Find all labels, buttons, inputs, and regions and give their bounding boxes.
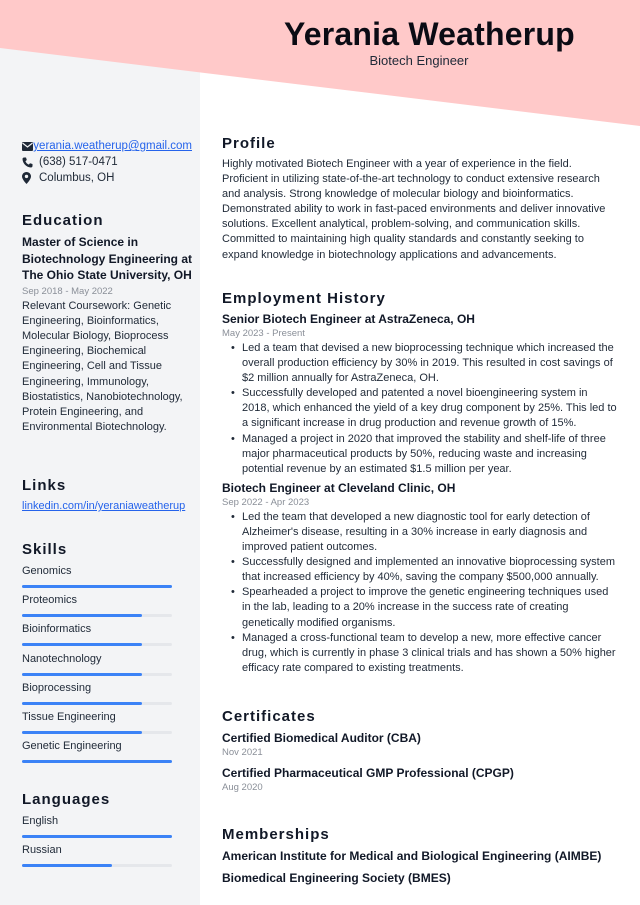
education-dates: Sep 2018 - May 2022 xyxy=(22,285,113,297)
memberships-list: American Institute for Medical and Biolo… xyxy=(222,849,617,885)
contact-phone: (638) 517-0471 xyxy=(22,154,192,170)
language-label: Russian xyxy=(22,844,62,857)
skill-level-track xyxy=(22,701,172,705)
skill-level-fill xyxy=(22,730,142,734)
education-heading: Education xyxy=(22,212,104,229)
certificate-title: Certified Pharmaceutical GMP Professiona… xyxy=(222,766,514,780)
skill-level-track xyxy=(22,730,172,734)
profile-text: Highly motivated Biotech Engineer with a… xyxy=(222,158,606,261)
skill-level-fill xyxy=(22,701,142,705)
language-level-fill xyxy=(22,864,112,868)
job-dates: Sep 2022 - Apr 2023 xyxy=(222,496,310,508)
phone-number: (638) 517-0471 xyxy=(39,156,118,168)
skills-heading: Skills xyxy=(22,541,68,558)
profile-heading: Profile xyxy=(222,135,276,152)
skill-item: Genomics xyxy=(22,565,192,594)
envelope-icon xyxy=(22,141,33,151)
skill-label: Nanotechnology xyxy=(22,652,102,665)
skill-label: Tissue Engineering xyxy=(22,710,116,723)
skill-level-track xyxy=(22,643,172,647)
skill-item: Tissue Engineering xyxy=(22,711,192,740)
skill-level-track xyxy=(22,760,172,764)
skill-item: Bioprocessing xyxy=(22,682,192,711)
certificates-heading: Certificates xyxy=(222,708,316,725)
certificate-title: Certified Biomedical Auditor (CBA) xyxy=(222,731,421,745)
language-label: English xyxy=(22,815,59,827)
job-bullet: Led a team that devised a new bioprocess… xyxy=(231,341,617,386)
candidate-job-title: Biotech Engineer xyxy=(369,53,469,68)
job-title: Biotech Engineer at Cleveland Clinic, OH xyxy=(222,480,456,495)
jobs-list: Senior Biotech Engineer at AstraZeneca, … xyxy=(222,312,617,676)
skill-level-fill xyxy=(22,672,142,676)
employment-section: Employment History Senior Biotech Engine… xyxy=(222,290,617,676)
skill-level-fill xyxy=(22,614,142,618)
certificate-entry: Certified Pharmaceutical GMP Professiona… xyxy=(222,766,617,793)
skill-label: Genomics xyxy=(22,565,72,577)
education-section: Education Master of Science in Biotechno… xyxy=(22,212,192,435)
employment-heading: Employment History xyxy=(222,290,386,307)
links-section: Links linkedin.com/in/yeraniaweatherup xyxy=(22,477,192,512)
certificate-entry: Certified Biomedical Auditor (CBA) Nov 20… xyxy=(222,731,617,758)
profile-section: Profile Highly motivated Biotech Enginee… xyxy=(222,135,617,263)
job-bullet: Successfully developed and patented a no… xyxy=(231,386,617,431)
candidate-name: Yerania Weatherup xyxy=(284,16,575,52)
certificates-section: Certificates Certified Biomedical Audito… xyxy=(222,708,617,793)
job-entry: Biotech Engineer at Cleveland Clinic, OH… xyxy=(222,481,617,676)
job-title: Senior Biotech Engineer at AstraZeneca, … xyxy=(222,312,475,326)
job-bullet: Spearheaded a project to improve the gen… xyxy=(231,585,617,630)
location-text: Columbus, OH xyxy=(39,172,115,184)
job-bullet: Managed a cross-functional team to devel… xyxy=(231,631,617,676)
skill-label: Genetic Engineering xyxy=(22,740,122,753)
skill-label: Bioinformatics xyxy=(22,623,92,636)
memberships-heading: Memberships xyxy=(222,826,330,843)
language-level-track xyxy=(22,864,172,868)
language-level-fill xyxy=(22,835,172,838)
language-level-track xyxy=(22,835,172,838)
job-bullet: Successfully designed and implemented an… xyxy=(231,555,617,585)
education-degree: Master of Science in Biotechnology Engin… xyxy=(22,235,193,282)
job-bullet: Managed a project in 2020 that improved … xyxy=(231,432,617,477)
skills-section: Skills Genomics Proteomics Bioinformatics N… xyxy=(22,541,192,769)
skill-level-track xyxy=(22,614,172,618)
skill-item: Genetic Engineering xyxy=(22,740,192,769)
languages-list: English Russian xyxy=(22,815,192,873)
job-bullets: Led the team that developed a new diagno… xyxy=(222,510,617,676)
job-bullet: Led the team that developed a new diagno… xyxy=(231,510,617,555)
language-item: English xyxy=(22,815,192,844)
phone-icon xyxy=(22,157,39,168)
map-pin-icon xyxy=(22,172,39,184)
memberships-section: Memberships American Institute for Medic… xyxy=(222,826,617,885)
contact-location: Columbus, OH xyxy=(22,170,192,186)
skill-label: Proteomics xyxy=(22,594,78,607)
linkedin-link[interactable]: linkedin.com/in/yeraniaweatherup xyxy=(22,500,192,512)
education-coursework: Relevant Coursework: Genetic Engineering… xyxy=(22,299,183,434)
contact-section: yerania.weatherup@gmail.com (638) 517-04… xyxy=(22,138,192,186)
languages-heading: Languages xyxy=(22,791,111,808)
membership-item: American Institute for Medical and Biolo… xyxy=(222,849,602,863)
skill-item: Proteomics xyxy=(22,594,192,623)
language-item: Russian xyxy=(22,844,192,873)
job-entry: Senior Biotech Engineer at AstraZeneca, … xyxy=(222,312,617,477)
skill-item: Nanotechnology xyxy=(22,653,192,682)
job-dates: May 2023 - Present xyxy=(222,328,305,339)
contact-email: yerania.weatherup@gmail.com xyxy=(22,138,192,154)
certificate-date: Nov 2021 xyxy=(222,747,263,758)
skill-item: Bioinformatics xyxy=(22,623,192,652)
skill-label: Bioprocessing xyxy=(22,681,92,694)
skill-level-track xyxy=(22,585,172,588)
skill-level-fill xyxy=(22,760,172,764)
skill-level-fill xyxy=(22,585,172,588)
skill-level-track xyxy=(22,672,172,676)
job-bullets: Led a team that devised a new bioprocess… xyxy=(222,341,617,477)
email-link[interactable]: yerania.weatherup@gmail.com xyxy=(33,140,192,152)
skill-level-fill xyxy=(22,643,142,647)
links-heading: Links xyxy=(22,477,67,494)
skills-list: Genomics Proteomics Bioinformatics Nanotech… xyxy=(22,565,192,769)
certificate-date: Aug 2020 xyxy=(222,782,263,793)
certificates-list: Certified Biomedical Auditor (CBA) Nov 20… xyxy=(222,731,617,793)
membership-item: Biomedical Engineering Society (BMES) xyxy=(222,871,451,885)
languages-section: Languages English Russian xyxy=(22,791,192,873)
